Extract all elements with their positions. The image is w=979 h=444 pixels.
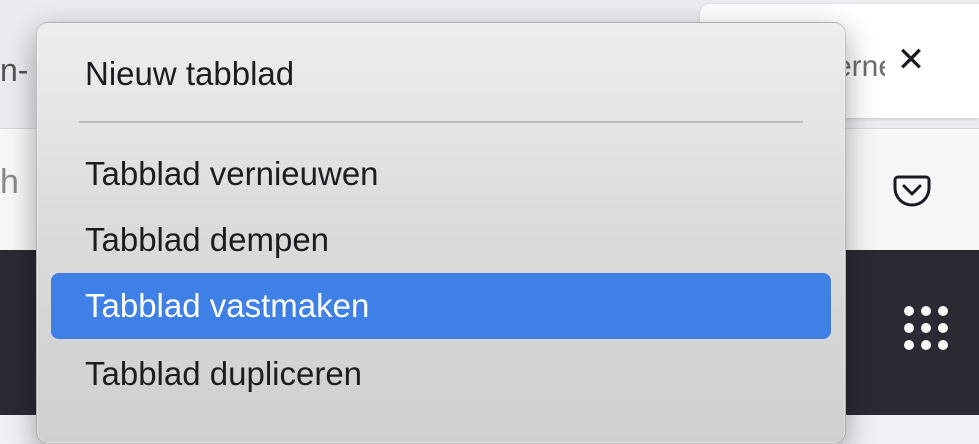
menu-item-label: Tabblad vernieuwen [85, 155, 379, 192]
menu-separator [79, 121, 803, 123]
tab-title-fragment[interactable]: n- [0, 52, 28, 89]
apps-grid-icon[interactable] [900, 302, 954, 356]
menu-item-pin-tab[interactable]: Tabblad vastmaken [51, 273, 831, 339]
tab-context-menu: Nieuw tabblad Tabblad vernieuwen Tabblad… [36, 22, 846, 444]
menu-item-new-tab[interactable]: Nieuw tabblad [51, 41, 831, 107]
url-bar-fragment[interactable]: h [0, 163, 19, 202]
close-icon[interactable]: ✕ [895, 43, 927, 77]
pocket-icon[interactable] [890, 167, 934, 211]
menu-item-reload-tab[interactable]: Tabblad vernieuwen [51, 141, 831, 207]
menu-item-mute-tab[interactable]: Tabblad dempen [51, 207, 831, 273]
menu-item-label: Tabblad dempen [85, 221, 330, 258]
menu-item-label: Tabblad dupliceren [85, 355, 363, 392]
menu-item-label: Nieuw tabblad [85, 55, 295, 92]
menu-item-duplicate-tab[interactable]: Tabblad dupliceren [51, 341, 831, 407]
menu-item-label: Tabblad vastmaken [85, 287, 370, 324]
